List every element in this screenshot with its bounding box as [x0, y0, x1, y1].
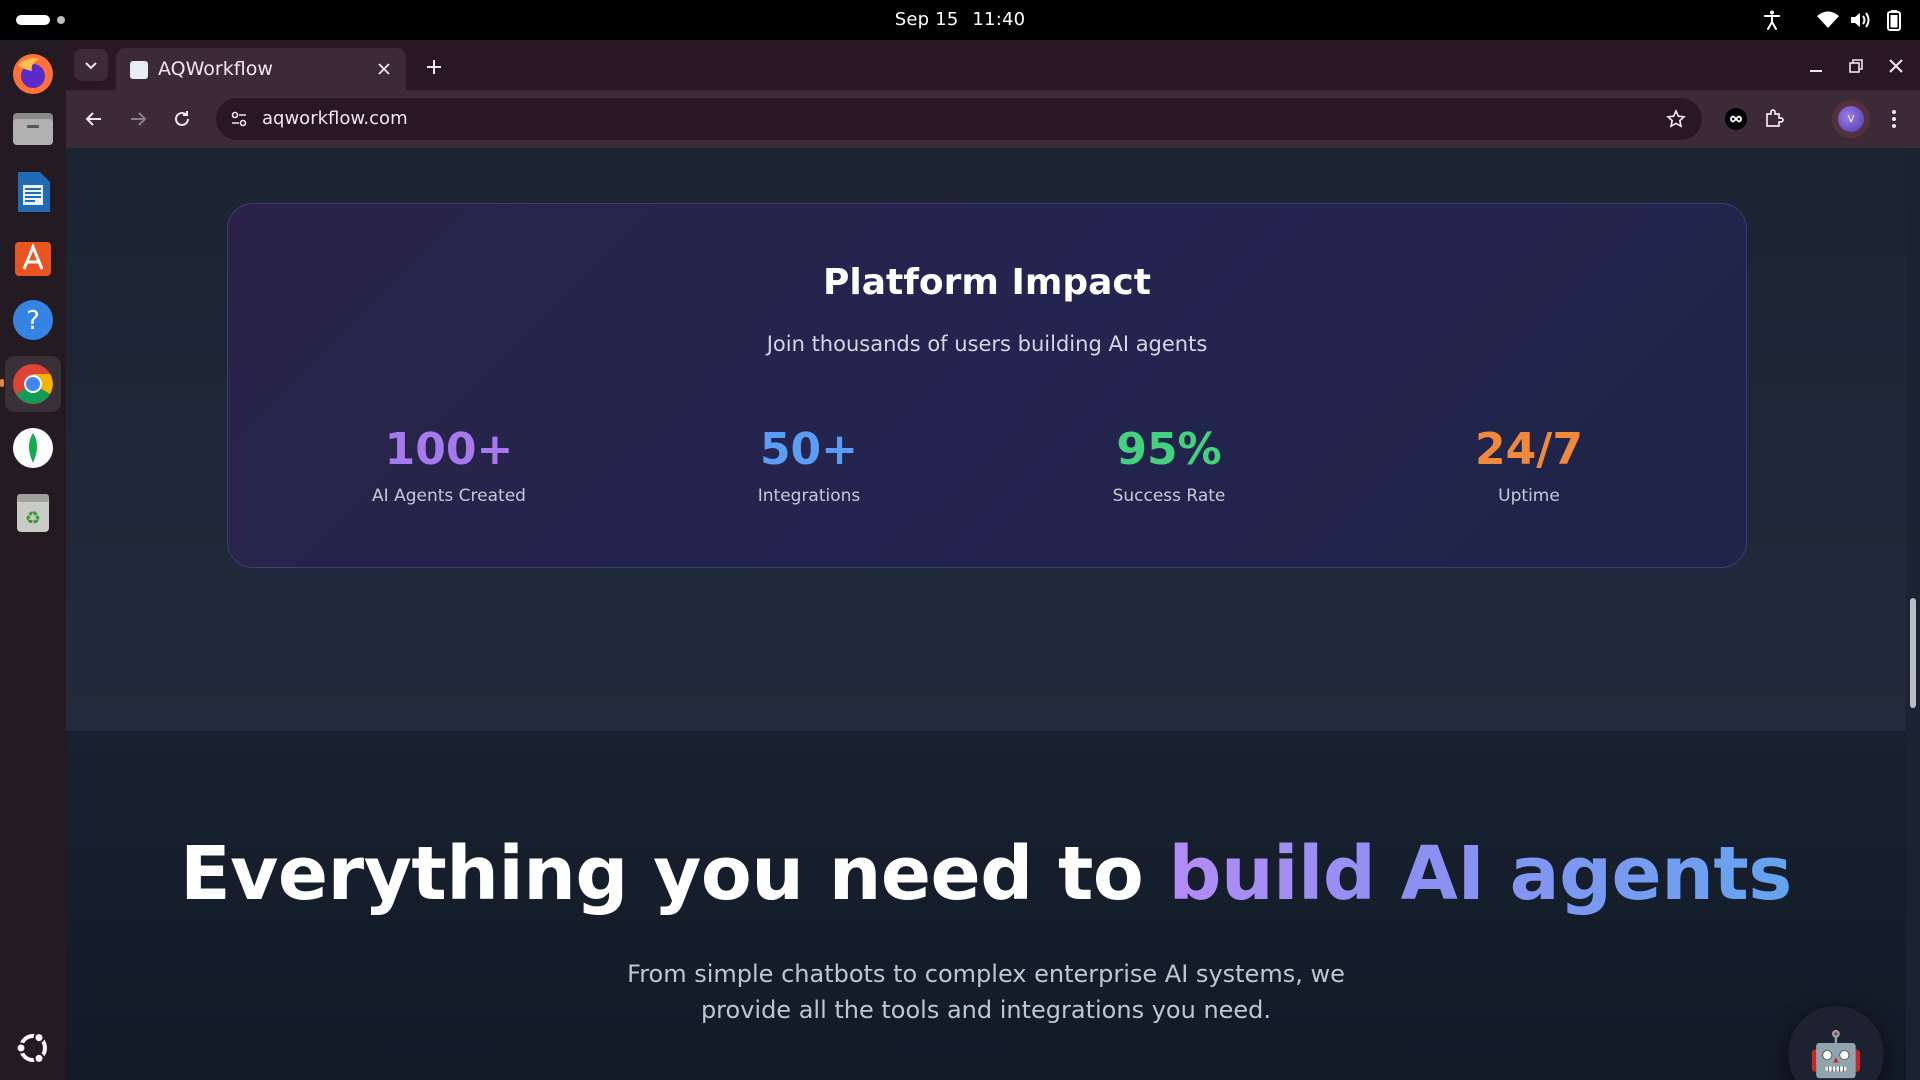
minimize-button[interactable]	[1802, 52, 1830, 80]
heading-plain: Everything you need to	[180, 831, 1169, 917]
restore-button[interactable]	[1842, 52, 1870, 80]
clock-date: Sep 15	[894, 9, 959, 30]
back-button[interactable]	[80, 105, 108, 133]
profile-button[interactable]: V	[1832, 100, 1870, 138]
firefox-icon	[13, 54, 53, 94]
impact-title: Platform Impact	[823, 262, 1151, 303]
close-icon	[378, 63, 390, 75]
dock-mongodb[interactable]	[5, 420, 61, 476]
arrow-left-icon	[85, 112, 101, 126]
close-window-button[interactable]	[1882, 52, 1910, 80]
dock-files[interactable]	[5, 100, 61, 156]
stat-agents: 100+ AI Agents Created	[299, 424, 599, 506]
bookmark-button[interactable]	[1664, 107, 1688, 131]
impact-subtitle: Join thousands of users building AI agen…	[766, 332, 1208, 356]
files-icon	[13, 113, 53, 145]
clock-time: 11:40	[972, 9, 1026, 30]
stat-value: 50+	[759, 424, 859, 475]
reload-icon	[175, 111, 189, 126]
tab-search-button[interactable]	[74, 49, 108, 81]
features-section: Everything you need to build AI agents F…	[66, 731, 1906, 1080]
clock[interactable]: Sep 15 11:40	[0, 9, 1920, 30]
minimize-icon	[1810, 70, 1822, 72]
dock-show-apps[interactable]	[5, 1020, 61, 1076]
chrome-running-indicator	[0, 379, 4, 387]
address-bar[interactable]: aqworkflow.com	[216, 98, 1702, 140]
site-info-button[interactable]	[226, 106, 252, 132]
dock: ? ♻	[0, 40, 66, 1080]
dock-writer[interactable]	[5, 164, 61, 220]
dock-app-center[interactable]	[5, 228, 61, 284]
dock-help[interactable]: ?	[5, 292, 61, 348]
puzzle-icon	[1766, 109, 1784, 127]
stat-label: Integrations	[757, 486, 861, 506]
page-viewport: Platform Impact Join thousands of users …	[66, 148, 1920, 1080]
ubuntu-logo-icon	[15, 1032, 47, 1064]
infinity-icon	[1725, 108, 1747, 130]
browser-window: AQWorkflow aqworkflow.com V Platform Imp…	[66, 40, 1920, 1080]
accessibility-icon[interactable]	[1760, 8, 1784, 32]
favicon-icon	[130, 61, 148, 79]
impact-section: Platform Impact Join thousands of users …	[66, 148, 1906, 731]
menu-button[interactable]	[1880, 105, 1908, 133]
volume-icon[interactable]	[1848, 8, 1872, 32]
svg-text:♻: ♻	[25, 508, 41, 529]
restore-icon	[1849, 59, 1863, 73]
browser-toolbar: aqworkflow.com V	[66, 90, 1920, 148]
stat-value: 95%	[1116, 424, 1222, 475]
mongodb-leaf-icon	[13, 428, 53, 468]
features-heading: Everything you need to build AI agents	[66, 831, 1906, 917]
star-icon	[1666, 109, 1686, 128]
svg-text:?: ?	[26, 306, 40, 336]
robot-icon: 🤖	[1808, 1029, 1864, 1080]
help-icon: ?	[13, 300, 53, 340]
dock-trash[interactable]: ♻	[5, 484, 61, 540]
tune-icon	[231, 111, 247, 127]
scrollbar-thumb[interactable]	[1910, 598, 1916, 708]
stat-label: Success Rate	[1112, 486, 1226, 506]
stat-value: 100+	[384, 424, 514, 475]
dock-firefox[interactable]	[5, 46, 61, 102]
stat-label: AI Agents Created	[372, 486, 526, 506]
stat-value: 24/7	[1475, 424, 1583, 475]
app-center-icon	[15, 242, 51, 276]
tab-aqworkflow[interactable]: AQWorkflow	[116, 48, 406, 90]
stat-uptime: 24/7 Uptime	[1379, 424, 1679, 506]
new-tab-button[interactable]	[418, 51, 450, 83]
impact-card: Platform Impact Join thousands of users …	[227, 203, 1747, 568]
battery-icon[interactable]	[1882, 8, 1906, 32]
heading-accent: build AI agents	[1168, 831, 1792, 917]
tab-title: AQWorkflow	[158, 58, 273, 80]
plus-icon	[427, 60, 441, 74]
chrome-icon	[13, 364, 53, 404]
extension-infinity-button[interactable]	[1722, 105, 1750, 133]
close-icon	[1889, 59, 1903, 73]
stat-success-rate: 95% Success Rate	[1019, 424, 1319, 506]
tab-close-button[interactable]	[372, 57, 396, 81]
writer-icon	[18, 172, 50, 212]
kebab-menu-icon	[1892, 110, 1896, 128]
chevron-down-icon	[85, 62, 97, 70]
avatar: V	[1838, 106, 1864, 132]
system-top-bar: Sep 15 11:40	[0, 0, 1920, 40]
trash-icon: ♻	[17, 494, 49, 532]
page-scrollbar[interactable]	[1906, 148, 1920, 1080]
forward-button[interactable]	[124, 105, 152, 133]
stat-integrations: 50+ Integrations	[659, 424, 959, 506]
arrow-right-icon	[131, 112, 147, 126]
tab-strip: AQWorkflow	[66, 40, 1920, 90]
reload-button[interactable]	[168, 105, 196, 133]
url-text[interactable]: aqworkflow.com	[262, 108, 408, 129]
dock-chrome[interactable]	[5, 356, 61, 412]
extensions-button[interactable]	[1760, 105, 1788, 133]
stat-label: Uptime	[1498, 486, 1560, 506]
wifi-icon[interactable]	[1816, 8, 1840, 32]
features-description: From simple chatbots to complex enterpri…	[627, 960, 1345, 1024]
